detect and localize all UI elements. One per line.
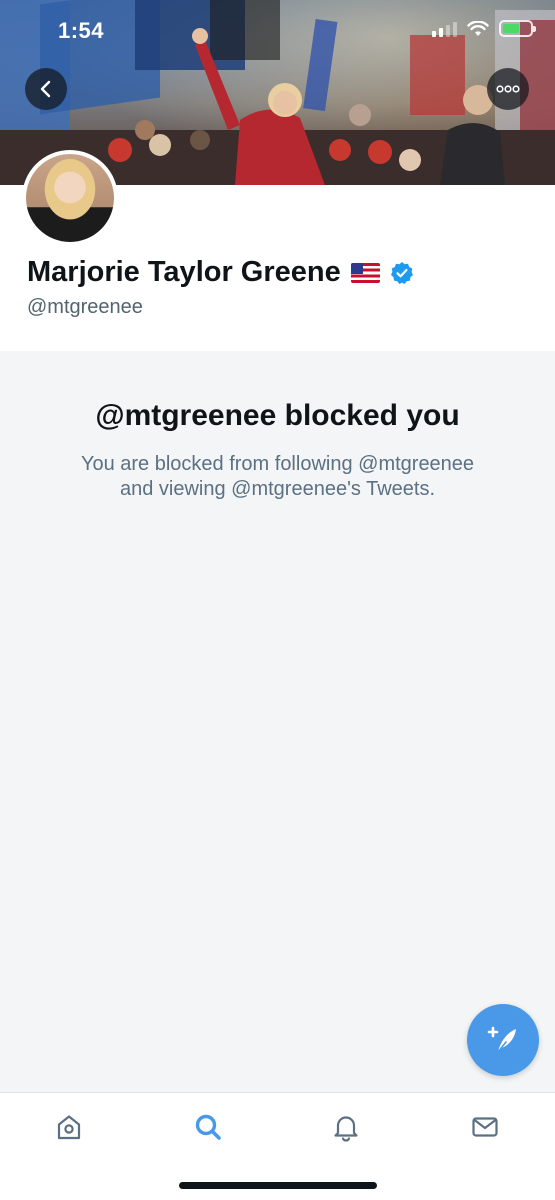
compose-tweet-button[interactable]: [467, 1004, 539, 1076]
blocked-description-line-1: You are blocked from following @mtgreene…: [80, 453, 475, 475]
profile-avatar[interactable]: [22, 150, 118, 246]
status-time: 1:54: [58, 18, 105, 43]
battery-charging-icon: [499, 20, 536, 37]
bell-icon: [334, 1116, 358, 1142]
status-icons: [432, 20, 536, 37]
home-icon: [57, 1115, 81, 1140]
tab-home[interactable]: [49, 1111, 89, 1143]
wifi-icon: [467, 20, 489, 36]
verified-badge-icon: [390, 261, 413, 284]
chevron-left-icon: [40, 80, 51, 98]
mail-icon: [472, 1117, 498, 1137]
more-options-button[interactable]: [487, 68, 529, 110]
status-bar: 1:54: [0, 0, 555, 60]
blocked-description: You are blocked from following @mtgreene…: [55, 452, 500, 502]
profile-handle: @mtgreenee: [27, 296, 143, 318]
blocked-description-line-2: and viewing @mtgreenee's Tweets.: [119, 478, 436, 500]
cellular-signal-icon: [432, 21, 457, 37]
tab-messages[interactable]: [465, 1111, 505, 1143]
more-horizontal-icon: [496, 85, 520, 93]
back-button[interactable]: [25, 68, 67, 110]
tab-notifications[interactable]: [326, 1111, 366, 1143]
compose-tweet-icon: [487, 1026, 516, 1053]
search-icon: [195, 1114, 221, 1140]
home-indicator: [179, 1182, 377, 1189]
tab-search[interactable]: [188, 1111, 228, 1143]
us-flag-icon: [350, 262, 380, 283]
blocked-title: @mtgreenee blocked you: [95, 399, 460, 432]
profile-display-name: Marjorie Taylor Greene: [27, 256, 341, 288]
profile-name-row: Marjorie Taylor Greene: [27, 256, 414, 289]
